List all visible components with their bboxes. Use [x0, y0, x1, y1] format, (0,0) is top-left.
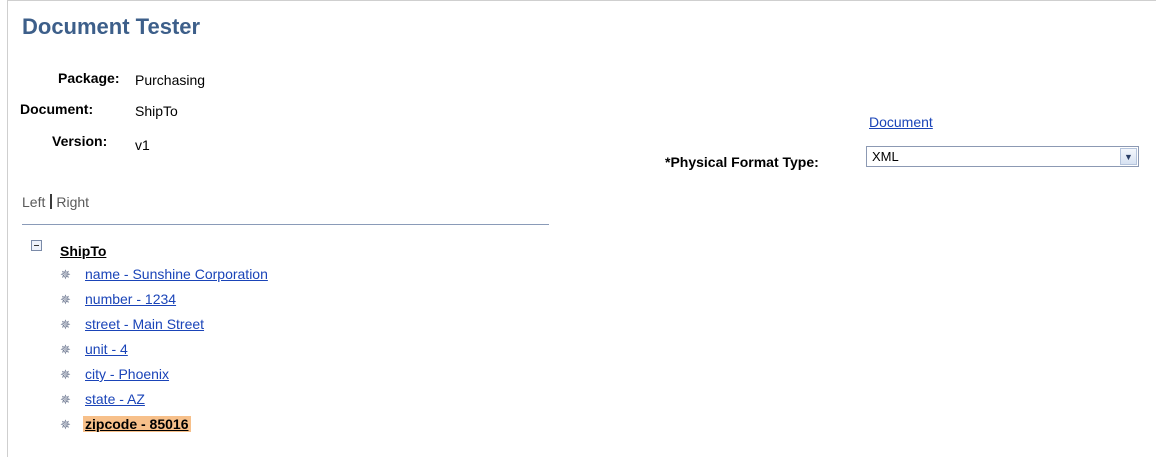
tab-right[interactable]: Right	[56, 194, 89, 210]
minus-box-icon[interactable]	[31, 240, 42, 251]
node-star-icon: ✵	[60, 317, 71, 332]
node-star-icon: ✵	[60, 292, 71, 307]
document-link[interactable]: Document	[869, 114, 933, 130]
tree-item-link[interactable]: name - Sunshine Corporation	[85, 266, 268, 282]
version-label: Version:	[52, 133, 108, 149]
tabs-divider	[22, 224, 549, 225]
physical-format-type-select[interactable]: XML ▼	[866, 146, 1139, 167]
page-title: Document Tester	[22, 14, 201, 39]
package-label: Package:	[58, 70, 120, 86]
tab-separator	[50, 194, 53, 209]
tree-item-link[interactable]: unit - 4	[85, 341, 128, 357]
view-tabs: Left Right	[22, 194, 89, 210]
version-value: v1	[135, 137, 150, 153]
physical-format-type-value: XML	[872, 149, 899, 164]
node-star-icon: ✵	[60, 342, 71, 357]
tree-item-link[interactable]: zipcode - 85016	[83, 416, 191, 432]
node-star-icon: ✵	[60, 417, 71, 432]
node-star-icon: ✵	[60, 367, 71, 382]
package-value: Purchasing	[135, 72, 206, 88]
node-star-icon: ✵	[60, 392, 71, 407]
frame-left-border	[7, 0, 8, 457]
frame-top-border	[7, 0, 1156, 1]
document-label: Document:	[20, 101, 94, 117]
chevron-down-icon[interactable]: ▼	[1120, 148, 1137, 165]
physical-format-type-label: *Physical Format Type:	[665, 154, 819, 170]
tree-item-link[interactable]: street - Main Street	[85, 316, 204, 332]
tree-item-link[interactable]: number - 1234	[85, 291, 176, 307]
document-value: ShipTo	[135, 103, 178, 119]
tree-item-link[interactable]: city - Phoenix	[85, 366, 169, 382]
tab-left[interactable]: Left	[22, 194, 45, 210]
node-star-icon: ✵	[60, 267, 71, 282]
tree-root-shipto[interactable]: ShipTo	[60, 243, 106, 259]
tree-item-link[interactable]: state - AZ	[85, 391, 145, 407]
